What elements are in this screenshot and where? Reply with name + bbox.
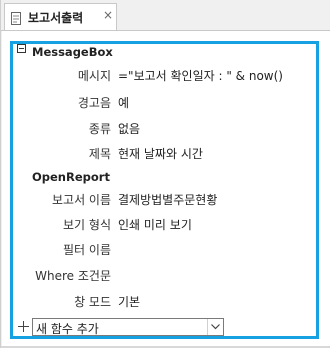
- arg-value-report-name[interactable]: 결제방법별주문현황: [118, 191, 217, 208]
- macro-designer-window: 보고서출력 × MessageBox 메시지 ="보고서 확인일자 : " & …: [0, 0, 330, 348]
- action-name-openreport[interactable]: OpenReport: [32, 170, 110, 184]
- arg-value-title[interactable]: 현재 날짜와 시간: [118, 145, 203, 162]
- arg-value-view[interactable]: 인쇄 미리 보기: [118, 216, 192, 233]
- tab-report-output[interactable]: 보고서출력 ×: [4, 3, 117, 30]
- arg-label-where-condition: Where 조건문: [35, 269, 111, 283]
- arg-value-type[interactable]: 없음: [118, 120, 140, 137]
- arg-label-filter-name: 필터 이름: [63, 243, 111, 257]
- arg-value-message[interactable]: ="보고서 확인일자 : " & now(): [118, 67, 283, 84]
- macro-icon: [11, 10, 21, 25]
- plus-icon: [18, 317, 29, 332]
- arg-label-report-name: 보고서 이름: [51, 193, 111, 207]
- arg-label-type: 종류: [88, 122, 111, 136]
- arg-label-view: 보기 형식: [63, 218, 111, 232]
- document-tab-strip: 보고서출력 ×: [1, 0, 330, 31]
- chevron-down-icon[interactable]: [207, 319, 223, 335]
- add-new-action-combobox[interactable]: 새 함수 추가: [32, 318, 224, 336]
- collapse-icon[interactable]: [17, 44, 26, 53]
- arg-label-beep: 경고음: [77, 96, 111, 110]
- add-new-action-text: 새 함수 추가: [36, 322, 99, 336]
- arg-label-window-mode: 창 모드: [74, 295, 111, 309]
- tab-title: 보고서출력: [28, 11, 84, 25]
- arg-value-window-mode[interactable]: 기본: [118, 293, 140, 310]
- arg-label-title: 제목: [88, 147, 111, 161]
- close-icon[interactable]: ×: [103, 8, 113, 22]
- arg-label-message: 메시지: [77, 69, 111, 83]
- arg-value-beep[interactable]: 예: [118, 94, 129, 111]
- action-name-messagebox[interactable]: MessageBox: [32, 45, 113, 59]
